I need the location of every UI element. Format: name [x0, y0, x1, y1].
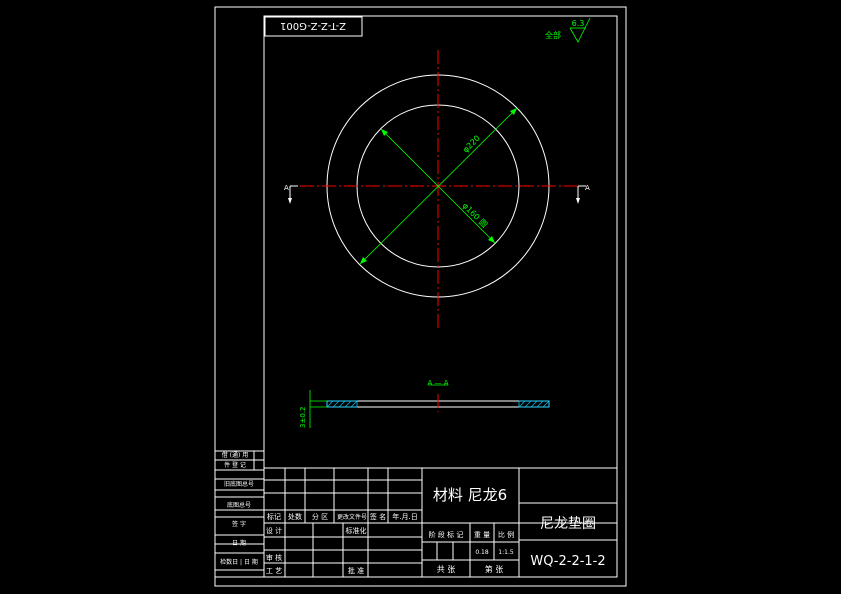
role-design: 设 计: [266, 526, 282, 535]
stage-label: 阶 段 标 记: [429, 530, 464, 539]
section-marker-left: A: [284, 184, 298, 204]
thickness-label: 3±0.2: [299, 407, 307, 428]
roughness-symbol: 6.3 全部: [545, 17, 591, 43]
side-label: 检数日 | 日 期: [220, 558, 258, 566]
drawing-number: WQ-2-2-1-2: [530, 554, 605, 569]
rev-header: 更改文件号: [337, 513, 367, 521]
side-label: 日 期: [232, 539, 246, 547]
rev-header: 分 区: [312, 512, 328, 521]
section-view: A — A 3±0.2: [299, 379, 550, 428]
side-label: 签 字: [232, 520, 246, 528]
weight-value: 0.18: [475, 549, 489, 556]
rev-header: 处数: [288, 512, 302, 521]
scale-value: 1:1.5: [498, 549, 514, 556]
side-label: 底图总号: [227, 501, 251, 509]
section-title: A — A: [427, 379, 448, 387]
role-process: 工 艺: [266, 567, 282, 575]
section-letter-left: A: [284, 184, 289, 192]
inner-diameter-label: φ160 圆: [461, 201, 489, 229]
role-std: 标准化: [346, 526, 367, 535]
drawing-sheet: Z-T-Z-Z-G001 6.3 全部 φ220 φ160 圆 A A A — …: [214, 6, 627, 587]
role-check: 审 核: [266, 553, 282, 562]
side-label: 旧底图总号: [224, 480, 254, 488]
roughness-label: 全部: [545, 30, 561, 40]
outer-diameter-label: φ220: [461, 134, 482, 155]
code-box-text: Z-T-Z-Z-G001: [280, 20, 346, 31]
rev-header: 标记: [267, 512, 281, 521]
part-name: 尼龙垫圈: [540, 516, 596, 532]
sheet-no: 第 张: [485, 564, 504, 574]
section-letter-right: A: [585, 184, 590, 192]
side-label: 件 登 记: [224, 461, 246, 469]
side-label: 借 (通) 用: [222, 451, 249, 459]
weight-label: 重 量: [474, 531, 490, 539]
rev-header: 年.月.日: [392, 512, 417, 521]
material-label: 材料 尼龙6: [433, 486, 507, 504]
sheet-total: 共 张: [437, 565, 456, 574]
section-marker-right: A: [576, 184, 590, 204]
outer-border: [214, 6, 627, 587]
role-approve: 批 准: [348, 566, 364, 575]
side-strip: 借 (通) 用 件 登 记 旧底图总号 底图总号 签 字 日 期 检数日 | 日…: [214, 450, 265, 578]
rev-header: 签 名: [370, 512, 386, 521]
washer-top-view: φ220 φ160 圆: [300, 50, 577, 328]
title-block: 标记 处数 分 区 更改文件号 签 名 年.月.日 设 计 标准化 审 核 工 …: [263, 467, 618, 578]
scale-label: 比 例: [498, 530, 514, 539]
roughness-value: 6.3: [572, 19, 585, 28]
